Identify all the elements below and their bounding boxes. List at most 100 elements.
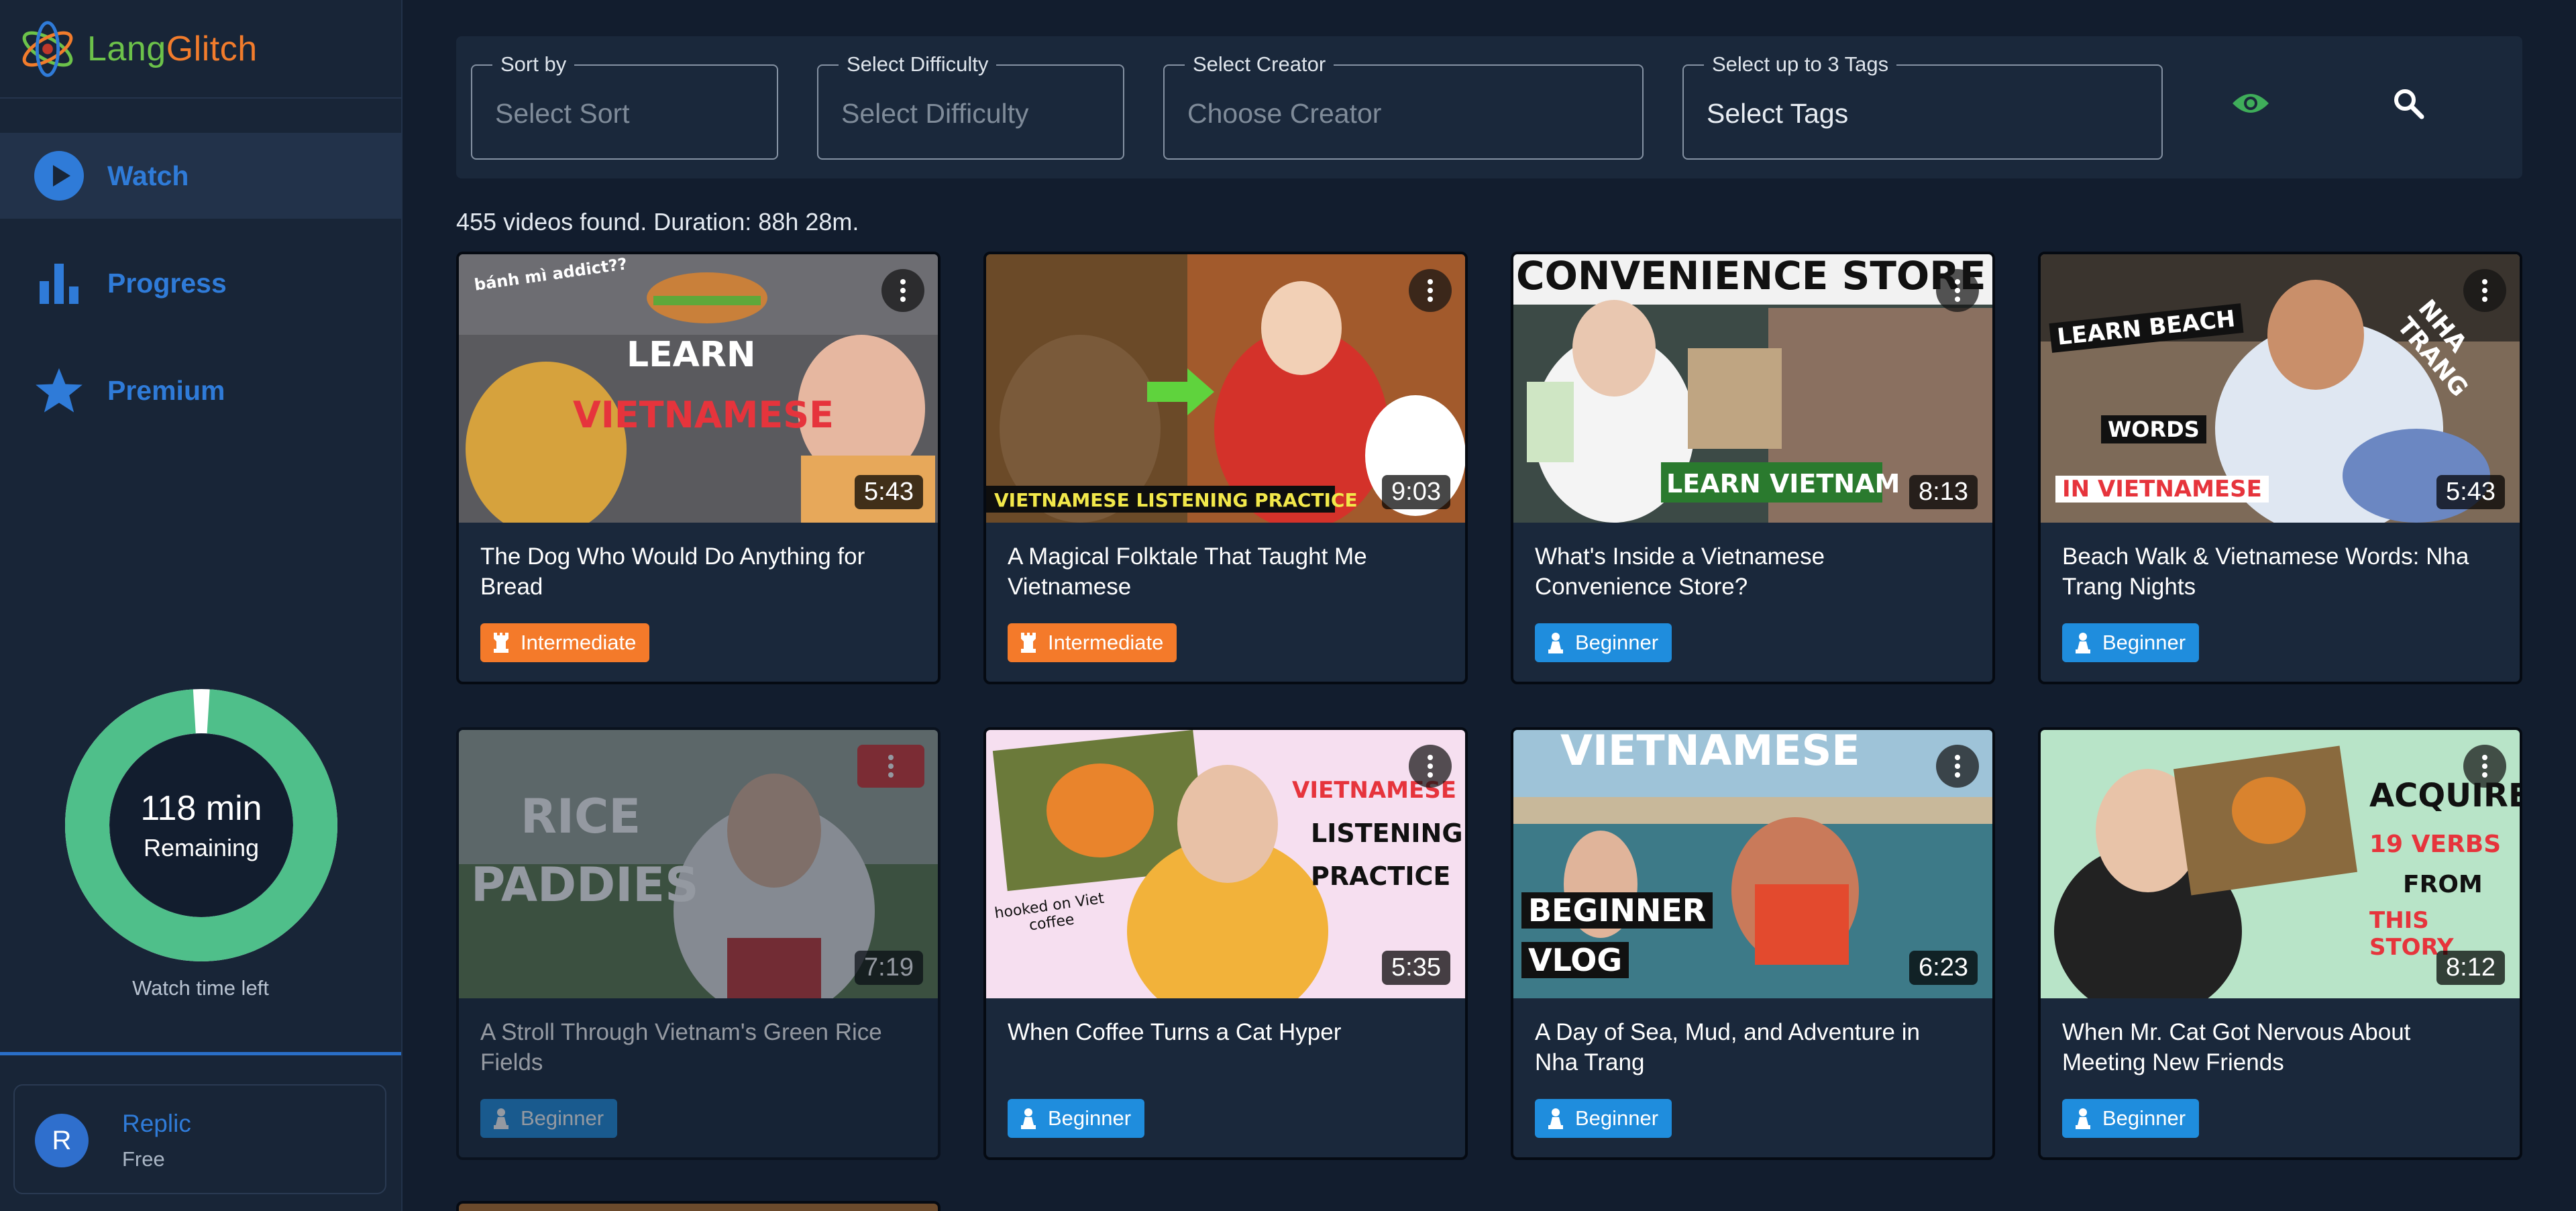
more-options-button[interactable] bbox=[2463, 269, 2506, 312]
pawn-icon bbox=[2076, 633, 2090, 653]
thumbnail-caption: VIETNAMESE LISTENING PRACTICE bbox=[994, 489, 1358, 511]
video-thumbnail[interactable]: VIETNAMESE BEGINNER VLOG 6:23 bbox=[1513, 730, 1992, 998]
video-thumbnail[interactable]: CONVENIENCE STORE LEARN VIETNAM 8:13 bbox=[1513, 254, 1992, 523]
video-title[interactable]: A Day of Sea, Mud, and Adventure in Nha … bbox=[1535, 1017, 1964, 1077]
video-card[interactable]: RICE PADDIES 7:19 A Stroll Through Vietn… bbox=[456, 727, 941, 1160]
level-badge: Beginner bbox=[480, 1099, 618, 1138]
more-options-button[interactable] bbox=[1936, 269, 1979, 312]
video-card[interactable]: ACQUIRE 19 VERBS FROM THIS STORY 8:12 Wh… bbox=[2038, 727, 2522, 1160]
sidebar-item-watch[interactable]: Watch bbox=[0, 133, 401, 219]
sidebar-item-progress[interactable]: Progress bbox=[0, 240, 401, 326]
sidebar-item-premium[interactable]: Premium bbox=[0, 348, 401, 433]
level-badge: Beginner bbox=[2062, 623, 2200, 662]
video-title[interactable]: When Mr. Cat Got Nervous About Meeting N… bbox=[2062, 1017, 2491, 1077]
video-thumbnail[interactable]: ACQUIRE 19 VERBS FROM THIS STORY 8:12 bbox=[2041, 730, 2520, 998]
user-card[interactable]: R Replic Free bbox=[13, 1084, 386, 1194]
thumbnail-caption: BEGINNER bbox=[1521, 892, 1713, 929]
video-title[interactable]: When Coffee Turns a Cat Hyper bbox=[1008, 1017, 1437, 1047]
app-logo[interactable]: LangGlitch bbox=[15, 15, 258, 83]
level-label: Intermediate bbox=[521, 631, 637, 654]
video-duration: 8:12 bbox=[2436, 951, 2505, 985]
video-thumbnail[interactable]: VIETNAMESE LISTENING PRACTICE hooked on … bbox=[986, 730, 1465, 998]
tags-select-label: Select up to 3 Tags bbox=[1704, 52, 1897, 76]
video-duration: 7:19 bbox=[855, 951, 923, 985]
creator-select[interactable]: Select Creator Choose Creator bbox=[1163, 52, 1644, 160]
video-thumbnail[interactable]: RICE PADDIES 7:19 bbox=[459, 730, 938, 998]
more-vert-icon bbox=[900, 279, 906, 302]
more-vert-icon bbox=[1428, 279, 1433, 302]
difficulty-select[interactable]: Select Difficulty Select Difficulty bbox=[817, 52, 1124, 160]
video-card[interactable]: VIETNAMESE BEGINNER VLOG 6:23 A Day of S… bbox=[1511, 727, 1995, 1160]
play-circle-icon bbox=[32, 149, 86, 203]
eye-icon bbox=[2233, 94, 2269, 113]
more-options-button[interactable] bbox=[2463, 745, 2506, 788]
video-thumbnail[interactable]: VIETNAMESE LISTENING PRACTICE 9:03 bbox=[986, 254, 1465, 523]
watch-time-ring: 118 min Remaining bbox=[64, 688, 339, 963]
more-options-button[interactable] bbox=[857, 745, 924, 788]
video-thumbnail[interactable]: LEARN BEACH WORDS IN VIETNAMESE NHA TRAN… bbox=[2041, 254, 2520, 523]
avatar: R bbox=[35, 1114, 89, 1167]
sort-select-placeholder: Select Sort bbox=[495, 98, 630, 129]
level-label: Beginner bbox=[1575, 1106, 1659, 1130]
level-badge: Beginner bbox=[1535, 1099, 1672, 1138]
video-title[interactable]: A Stroll Through Vietnam's Green Rice Fi… bbox=[480, 1017, 910, 1077]
sort-select-label: Sort by bbox=[492, 52, 575, 76]
video-thumbnail[interactable]: bánh mì addict?? LEARN VIETNAMESE 5:43 bbox=[459, 254, 938, 523]
video-card-partial[interactable] bbox=[456, 1201, 941, 1211]
sidebar-item-label: Progress bbox=[107, 267, 227, 299]
thumbnail-caption: PRACTICE bbox=[1311, 861, 1451, 891]
level-badge: Intermediate bbox=[1008, 623, 1177, 662]
pawn-icon bbox=[1021, 1108, 1036, 1129]
video-card[interactable]: LEARN BEACH WORDS IN VIETNAMESE NHA TRAN… bbox=[2038, 252, 2522, 684]
creator-select-label: Select Creator bbox=[1185, 52, 1334, 76]
pawn-icon bbox=[1548, 633, 1563, 653]
star-icon bbox=[32, 364, 86, 417]
pawn-icon bbox=[2076, 1108, 2090, 1129]
sidebar-item-label: Premium bbox=[107, 374, 225, 406]
sort-select[interactable]: Sort by Select Sort bbox=[471, 52, 778, 160]
thumbnail-caption: VIETNAMESE bbox=[573, 394, 834, 436]
more-vert-icon bbox=[1955, 755, 1960, 778]
video-card[interactable]: VIETNAMESE LISTENING PRACTICE hooked on … bbox=[983, 727, 1468, 1160]
video-card[interactable]: bánh mì addict?? LEARN VIETNAMESE 5:43 T… bbox=[456, 252, 941, 684]
level-label: Beginner bbox=[2102, 1106, 2186, 1130]
video-duration: 5:35 bbox=[1382, 951, 1450, 985]
level-badge: Beginner bbox=[1008, 1099, 1145, 1138]
user-name: Replic bbox=[122, 1110, 191, 1137]
video-card[interactable]: CONVENIENCE STORE LEARN VIETNAM 8:13 Wha… bbox=[1511, 252, 1995, 684]
difficulty-select-label: Select Difficulty bbox=[839, 52, 997, 76]
video-title[interactable]: A Magical Folktale That Taught Me Vietna… bbox=[1008, 541, 1437, 602]
video-title[interactable]: The Dog Who Would Do Anything for Bread bbox=[480, 541, 910, 602]
creator-select-placeholder: Choose Creator bbox=[1187, 98, 1382, 129]
toggle-watched-button[interactable] bbox=[2231, 83, 2271, 123]
filter-bar: Sort by Select Sort Select Difficulty Se… bbox=[456, 36, 2522, 178]
thumbnail-caption: IN VIETNAMESE bbox=[2055, 476, 2269, 503]
more-options-button[interactable] bbox=[1936, 745, 1979, 788]
video-card[interactable]: VIETNAMESE LISTENING PRACTICE 9:03 A Mag… bbox=[983, 252, 1468, 684]
level-badge: Beginner bbox=[2062, 1099, 2200, 1138]
video-duration: 8:13 bbox=[1909, 475, 1978, 509]
watch-time-caption: Watch time left bbox=[132, 976, 269, 1000]
remaining-label: Remaining bbox=[143, 834, 260, 861]
more-options-button[interactable] bbox=[1409, 269, 1452, 312]
more-options-button[interactable] bbox=[1409, 745, 1452, 788]
video-title[interactable]: Beach Walk & Vietnamese Words: Nha Trang… bbox=[2062, 541, 2491, 602]
tags-select-placeholder: Select Tags bbox=[1707, 98, 1849, 129]
difficulty-select-placeholder: Select Difficulty bbox=[841, 98, 1029, 129]
level-badge: Beginner bbox=[1535, 623, 1672, 662]
level-badge: Intermediate bbox=[480, 623, 650, 662]
more-options-button[interactable] bbox=[881, 269, 924, 312]
pawn-icon bbox=[494, 1108, 508, 1129]
divider bbox=[0, 97, 401, 99]
video-duration: 5:43 bbox=[2436, 475, 2505, 509]
thumbnail-caption: CONVENIENCE STORE bbox=[1516, 254, 1986, 299]
thumbnail-caption: LEARN VIETNAM bbox=[1666, 469, 1900, 498]
video-title[interactable]: What's Inside a Vietnamese Convenience S… bbox=[1535, 541, 1964, 602]
level-label: Beginner bbox=[2102, 631, 2186, 654]
thumbnail-caption: VIETNAMESE bbox=[1560, 730, 1860, 775]
search-button[interactable] bbox=[2388, 83, 2428, 123]
thumbnail-caption: LISTENING bbox=[1311, 819, 1463, 848]
sidebar: LangGlitch Watch Progress Premium 118 mi… bbox=[0, 0, 402, 1211]
level-label: Beginner bbox=[1048, 1106, 1132, 1130]
tags-select[interactable]: Select up to 3 Tags Select Tags bbox=[1682, 52, 2163, 160]
